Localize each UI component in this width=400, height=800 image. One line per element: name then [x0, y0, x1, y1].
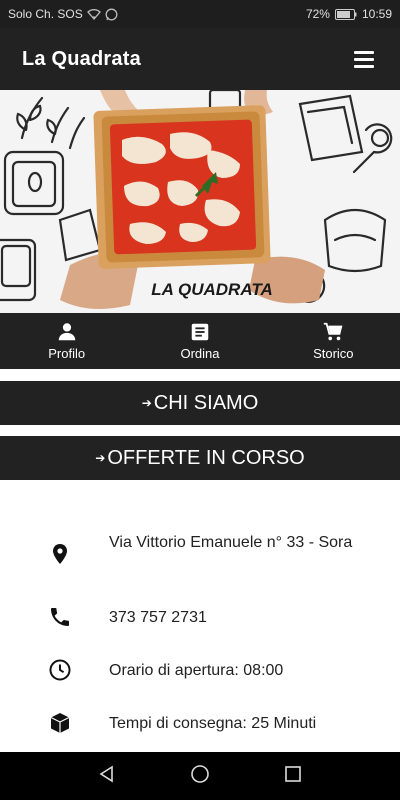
- nav-item-storico[interactable]: Storico: [267, 313, 400, 369]
- offerte-button[interactable]: ➔ OFFERTE IN CORSO: [0, 436, 400, 480]
- clock-icon: [49, 659, 71, 681]
- recents-icon[interactable]: [283, 764, 303, 789]
- whatsapp-icon: [105, 8, 118, 20]
- cart-icon: [324, 322, 343, 341]
- status-bar: Solo Ch. SOS 72% 10:59: [0, 0, 400, 28]
- app-bar: La Quadrata: [0, 28, 400, 90]
- pizza-illustration: LA QUADRATA: [0, 90, 393, 309]
- offerte-label: OFFERTE IN CORSO: [107, 446, 305, 469]
- wifi-icon: [86, 9, 101, 20]
- nav-item-label: Storico: [313, 346, 354, 361]
- back-icon[interactable]: [97, 764, 117, 789]
- delivery-text: Tempi di consegna: 25 Minuti: [109, 715, 317, 732]
- home-icon[interactable]: [190, 764, 210, 789]
- chi-siamo-label: CHI SIAMO: [153, 391, 259, 414]
- hours-text: Orario di apertura: 08:00: [109, 662, 284, 679]
- nav-item-label: Ordina: [180, 346, 220, 361]
- phone-text: 373 757 2731: [109, 609, 207, 626]
- location-pin-icon: [53, 544, 67, 564]
- nav-item-label: Profilo: [48, 346, 86, 361]
- list-icon: [191, 323, 209, 341]
- arrow-right-icon: ➔: [141, 396, 152, 410]
- system-nav-bar: [0, 752, 400, 800]
- address-text: Via Vittorio Emanuele n° 33 - Sora: [109, 534, 353, 551]
- app-title: La Quadrata: [22, 47, 141, 70]
- nav-item-profilo[interactable]: Profilo: [0, 313, 133, 369]
- main-nav: Profilo Ordina Storico: [0, 313, 400, 369]
- person-icon: [58, 323, 75, 341]
- hero-image: LA QUADRATA: [0, 90, 400, 313]
- hero-logo-text: LA QUADRATA: [151, 280, 273, 299]
- clock: 10:59: [361, 7, 392, 21]
- chi-siamo-button[interactable]: ➔ CHI SIAMO: [0, 381, 400, 425]
- battery-percent: 72%: [305, 7, 330, 21]
- battery-icon: [334, 8, 357, 20]
- package-icon: [50, 713, 70, 733]
- carrier-text: Solo Ch. SOS: [8, 7, 83, 21]
- nav-item-ordina[interactable]: Ordina: [133, 313, 266, 369]
- phone-icon: [51, 608, 69, 626]
- arrow-right-icon: ➔: [95, 451, 106, 465]
- hamburger-menu-icon[interactable]: [354, 47, 378, 71]
